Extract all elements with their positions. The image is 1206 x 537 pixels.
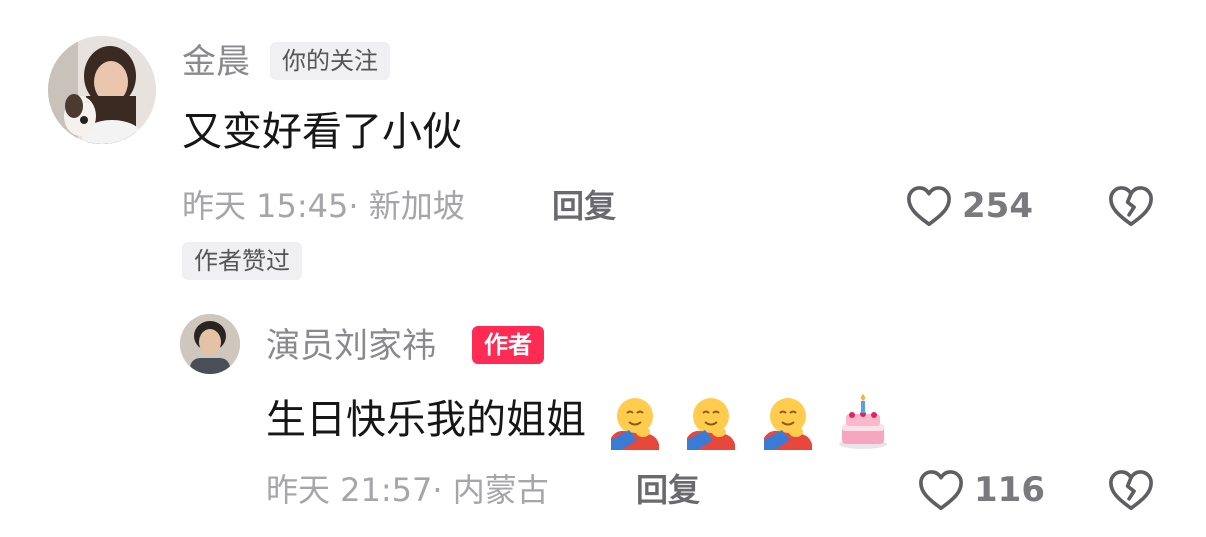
broken-heart-icon: [1109, 186, 1153, 227]
following-badge: 你的关注: [270, 42, 390, 80]
author-badge: 作者: [472, 326, 544, 364]
reply-text-body: 生日快乐我的姐姐: [266, 397, 586, 443]
reply-author-name[interactable]: 演员刘家祎: [266, 326, 436, 366]
reply-like-count: 116: [974, 470, 1045, 510]
reply-text: 生日快乐我的姐姐: [266, 394, 889, 450]
reply-button[interactable]: 回复: [552, 186, 616, 226]
comment-time-location: 昨天 15:45· 新加坡: [182, 187, 465, 225]
dislike-button[interactable]: [1108, 184, 1154, 232]
birthday-cake-emoji: [838, 394, 887, 449]
man-portrait-avatar-icon: [180, 314, 240, 374]
hugging-face-emoji: [764, 398, 813, 450]
broken-heart-icon: [1109, 470, 1153, 511]
reply-like-button[interactable]: 116: [918, 468, 1045, 512]
heart-icon: [919, 470, 963, 511]
reply-dislike-button[interactable]: [1108, 468, 1154, 516]
author-liked-badge: 作者赞过: [182, 242, 302, 280]
commenter-avatar[interactable]: [48, 36, 156, 144]
comment-text: 又变好看了小伙: [182, 109, 462, 155]
like-count: 254: [962, 186, 1033, 226]
heart-icon: [907, 186, 951, 227]
commenter-name[interactable]: 金晨: [182, 42, 250, 82]
woman-with-dog-avatar-icon: [48, 36, 156, 144]
hugging-face-emoji: [687, 398, 736, 450]
hugging-face-emoji: [610, 398, 659, 450]
reply-time-location: 昨天 21:57· 内蒙古: [266, 471, 549, 509]
reply-avatar[interactable]: [180, 314, 240, 374]
like-button[interactable]: 254: [906, 184, 1033, 228]
reply-to-reply-button[interactable]: 回复: [636, 470, 700, 510]
